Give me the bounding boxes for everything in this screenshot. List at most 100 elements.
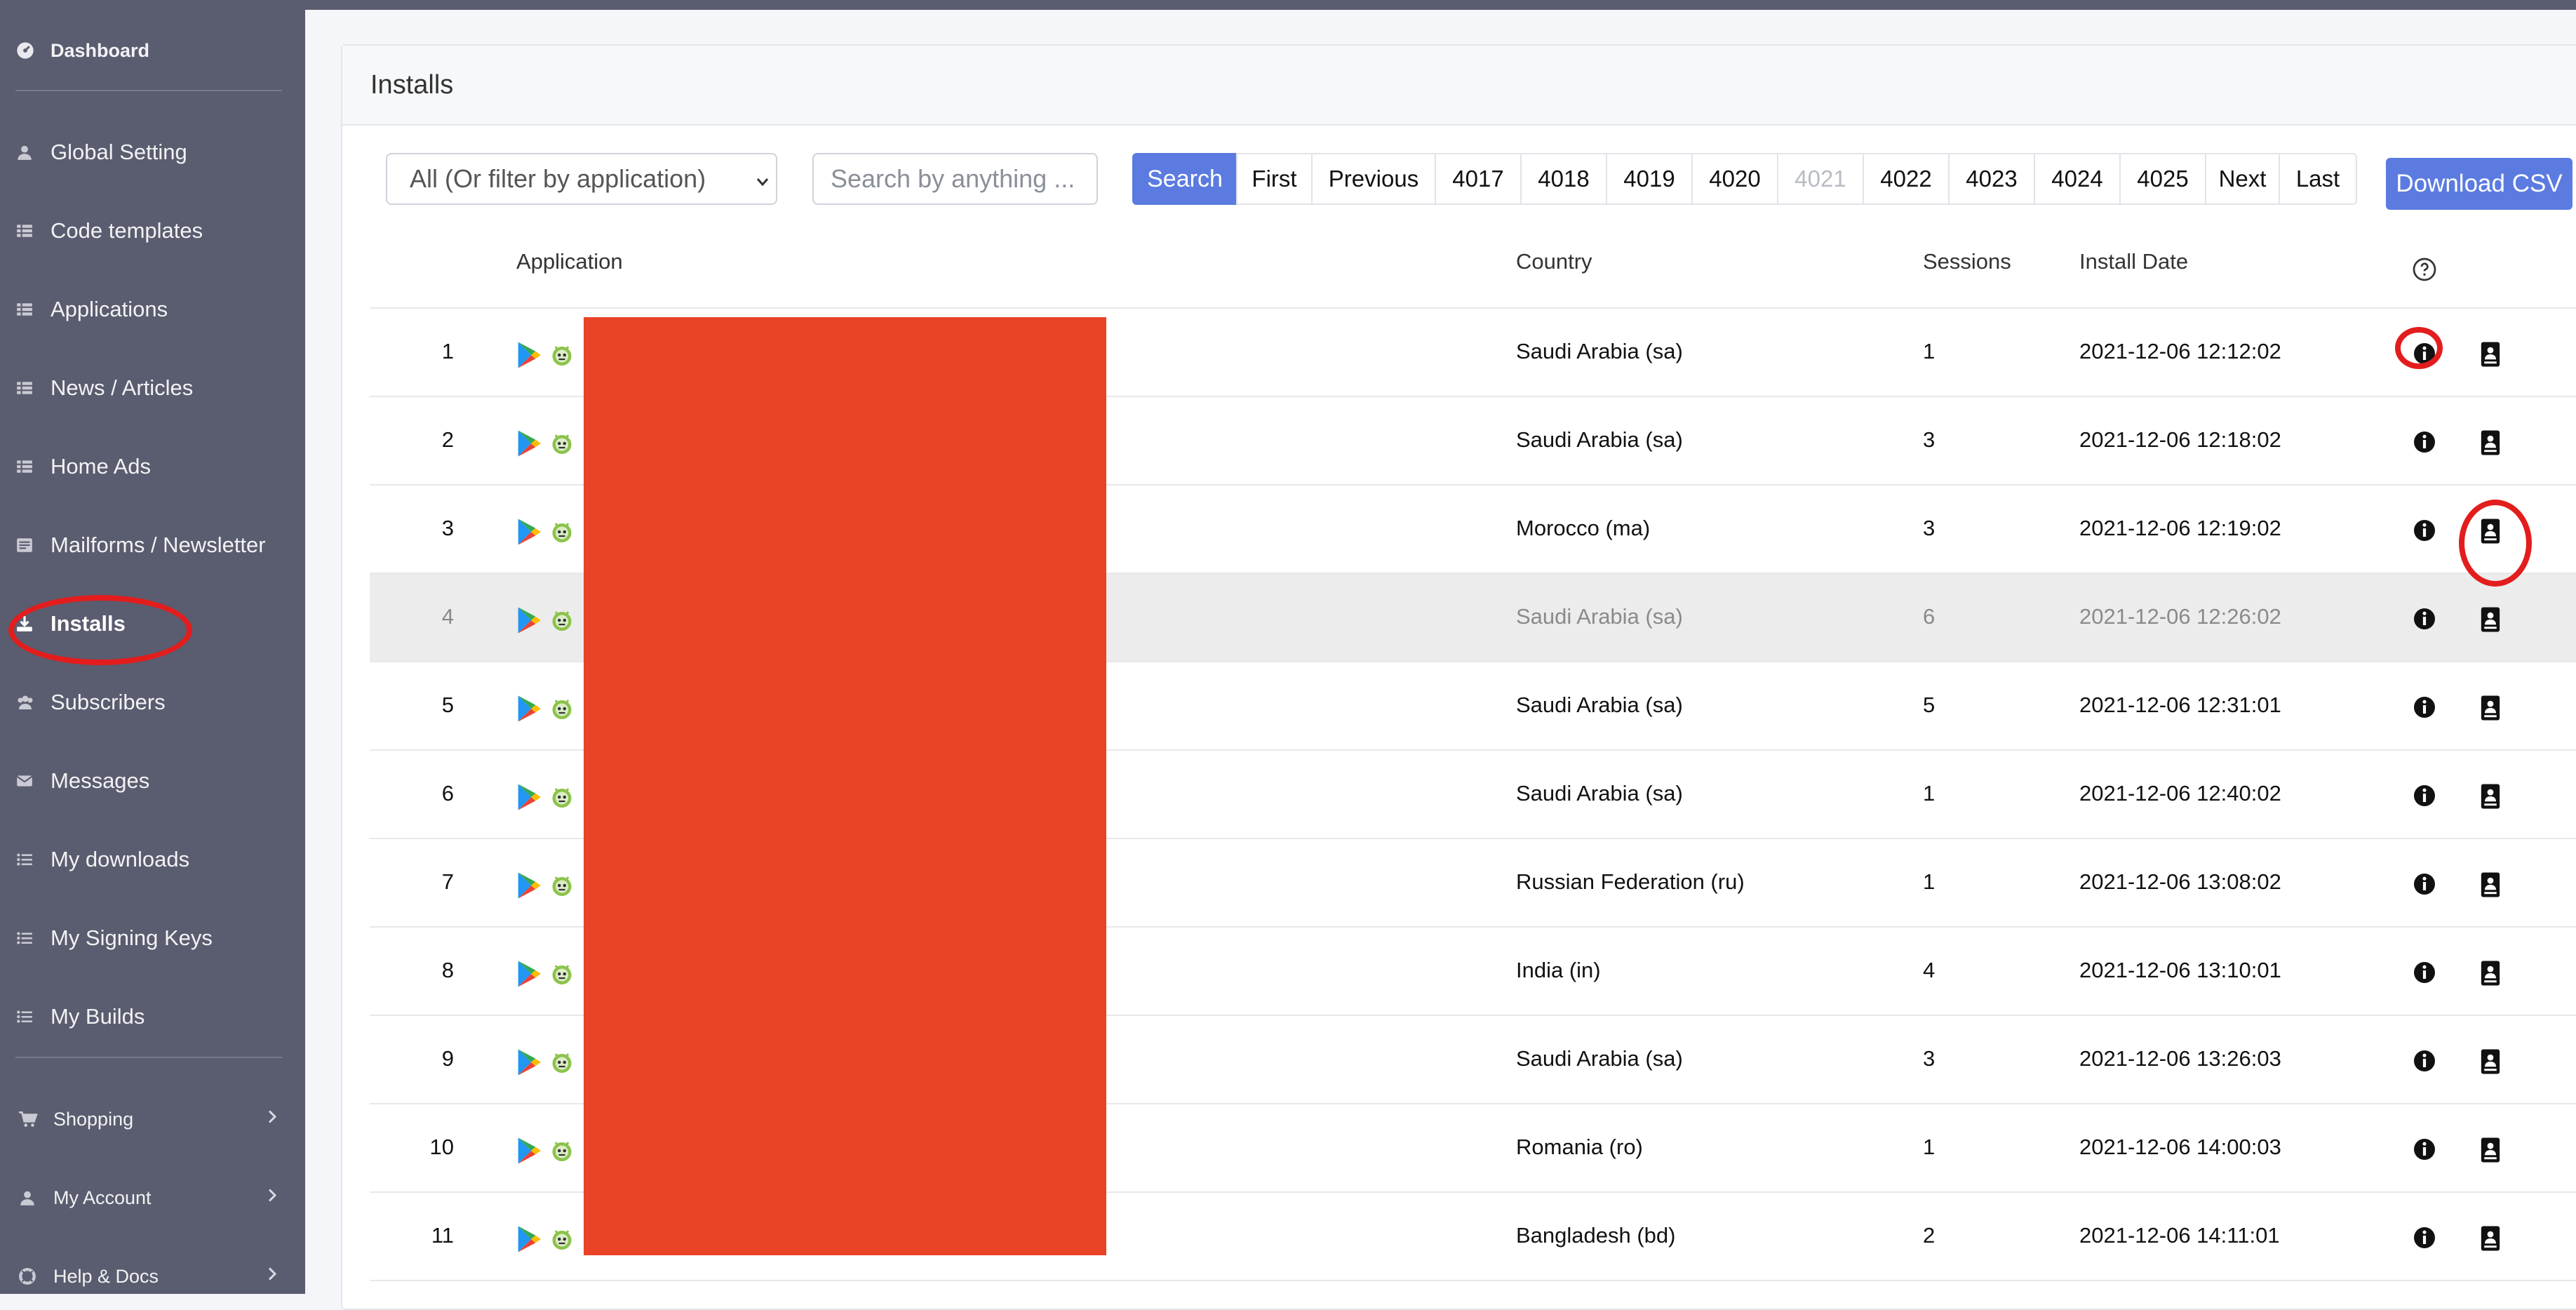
page-button-previous[interactable]: Previous — [1311, 153, 1436, 205]
contact-card-icon[interactable] — [2480, 871, 2501, 902]
help-question-icon[interactable] — [2412, 257, 2437, 288]
contact-card-icon[interactable] — [2480, 518, 2501, 548]
row-app-icons — [516, 783, 575, 815]
sidebar-item-my-downloads[interactable]: My downloads — [0, 830, 305, 889]
row-number: 1 — [441, 339, 454, 363]
page-button-4023[interactable]: 4023 — [1948, 153, 2035, 205]
page-button-4025[interactable]: 4025 — [2119, 153, 2206, 205]
row-app-icons — [516, 429, 575, 461]
contact-card-icon[interactable] — [2480, 341, 2501, 371]
info-icon[interactable] — [2412, 518, 2437, 547]
envelope-icon — [15, 772, 51, 790]
row-app-icons — [516, 1137, 575, 1168]
search-input[interactable] — [812, 153, 1098, 205]
list-icon — [15, 300, 51, 319]
sidebar-item-label: Messages — [51, 768, 150, 793]
sidebar-item-my-account[interactable]: My Account — [0, 1168, 305, 1227]
row-install-date: 2021-12-06 14:11:01 — [2079, 1223, 2280, 1248]
contact-card-icon[interactable] — [2480, 1225, 2501, 1255]
sidebar-item-subscribers[interactable]: Subscribers — [0, 673, 305, 732]
row-app-icons — [516, 695, 575, 726]
download-icon — [15, 615, 51, 633]
column-header-application: Application — [516, 249, 623, 274]
sidebar-item-messages[interactable]: Messages — [0, 751, 305, 810]
sidebar-item-applications[interactable]: Applications — [0, 280, 305, 339]
download-csv-button[interactable]: Download CSV — [2386, 158, 2572, 210]
info-icon[interactable] — [2412, 429, 2437, 458]
row-install-date: 2021-12-06 13:08:02 — [2079, 869, 2281, 894]
contact-card-icon[interactable] — [2480, 1048, 2501, 1078]
contact-card-icon[interactable] — [2480, 960, 2501, 990]
row-country: Saudi Arabia (sa) — [1516, 427, 1683, 452]
row-country: India (in) — [1516, 958, 1601, 982]
page-button-4020[interactable]: 4020 — [1691, 153, 1778, 205]
android-app-icon — [549, 873, 575, 902]
row-app-icons — [516, 871, 575, 903]
sidebar-item-installs[interactable]: Installs — [0, 594, 305, 653]
chevron-right-icon — [266, 1265, 279, 1288]
contact-card-icon[interactable] — [2480, 695, 2501, 725]
row-number: 9 — [441, 1046, 454, 1071]
bullet-list-icon — [15, 850, 51, 869]
info-icon[interactable] — [2412, 960, 2437, 989]
contact-card-icon[interactable] — [2480, 783, 2501, 813]
list-icon — [15, 222, 51, 240]
row-install-date: 2021-12-06 14:00:03 — [2079, 1135, 2281, 1159]
search-button[interactable]: Search — [1132, 153, 1237, 205]
page-title: Installs — [342, 46, 2576, 126]
sidebar-item-news-articles[interactable]: News / Articles — [0, 359, 305, 417]
page-button-4024[interactable]: 4024 — [2034, 153, 2121, 205]
row-country: Morocco (ma) — [1516, 516, 1651, 540]
row-app-icons — [516, 1225, 575, 1257]
sidebar-item-mailforms-newsletter[interactable]: Mailforms / Newsletter — [0, 516, 305, 575]
page-button-last[interactable]: Last — [2279, 153, 2357, 205]
row-install-date: 2021-12-06 13:10:01 — [2079, 958, 2281, 982]
sidebar-item-home-ads[interactable]: Home Ads — [0, 437, 305, 496]
android-app-icon — [549, 431, 575, 460]
sidebar-item-dashboard[interactable]: Dashboard — [0, 21, 305, 80]
row-sessions: 3 — [1923, 427, 1936, 452]
row-app-icons — [516, 341, 575, 373]
page-button-4017[interactable]: 4017 — [1435, 153, 1522, 205]
google-play-icon — [516, 1225, 542, 1257]
row-number: 11 — [431, 1223, 454, 1248]
google-play-icon — [516, 518, 542, 549]
contact-card-icon[interactable] — [2480, 429, 2501, 460]
google-play-icon — [516, 429, 542, 461]
info-icon[interactable] — [2412, 783, 2437, 812]
row-sessions: 2 — [1923, 1223, 1936, 1248]
contact-card-icon[interactable] — [2480, 1137, 2501, 1167]
page-button-4018[interactable]: 4018 — [1520, 153, 1607, 205]
sidebar-item-my-signing-keys[interactable]: My Signing Keys — [0, 909, 305, 968]
info-icon[interactable] — [2412, 1225, 2437, 1254]
contact-card-icon[interactable] — [2480, 606, 2501, 636]
row-sessions: 1 — [1923, 339, 1936, 363]
android-app-icon — [549, 696, 575, 725]
info-icon[interactable] — [2412, 341, 2437, 370]
application-filter-value: All (Or filter by application) — [410, 164, 706, 193]
sidebar-item-help-docs[interactable]: Help & Docs — [0, 1247, 305, 1306]
page-button-next[interactable]: Next — [2205, 153, 2280, 205]
android-app-icon — [549, 961, 575, 990]
row-install-date: 2021-12-06 12:19:02 — [2079, 516, 2281, 540]
cart-icon — [15, 1110, 53, 1128]
info-icon[interactable] — [2412, 1048, 2437, 1077]
android-app-icon — [549, 342, 575, 371]
info-icon[interactable] — [2412, 695, 2437, 723]
page-button-4022[interactable]: 4022 — [1863, 153, 1950, 205]
list-icon — [15, 457, 51, 476]
sidebar-item-code-templates[interactable]: Code templates — [0, 201, 305, 260]
row-number: 2 — [441, 427, 454, 452]
info-icon[interactable] — [2412, 1137, 2437, 1165]
application-filter-select[interactable]: All (Or filter by application) — [386, 153, 777, 205]
page-button-first[interactable]: First — [1236, 153, 1313, 205]
info-icon[interactable] — [2412, 871, 2437, 900]
sidebar-item-label: My Builds — [51, 1004, 145, 1029]
sidebar-item-global-setting[interactable]: Global Setting — [0, 123, 305, 182]
info-icon[interactable] — [2412, 606, 2437, 635]
row-number: 5 — [441, 693, 454, 717]
sidebar-item-shopping[interactable]: Shopping — [0, 1090, 305, 1149]
sidebar-item-my-builds[interactable]: My Builds — [0, 987, 305, 1046]
page-button-4019[interactable]: 4019 — [1606, 153, 1693, 205]
sidebar-divider — [15, 90, 282, 91]
